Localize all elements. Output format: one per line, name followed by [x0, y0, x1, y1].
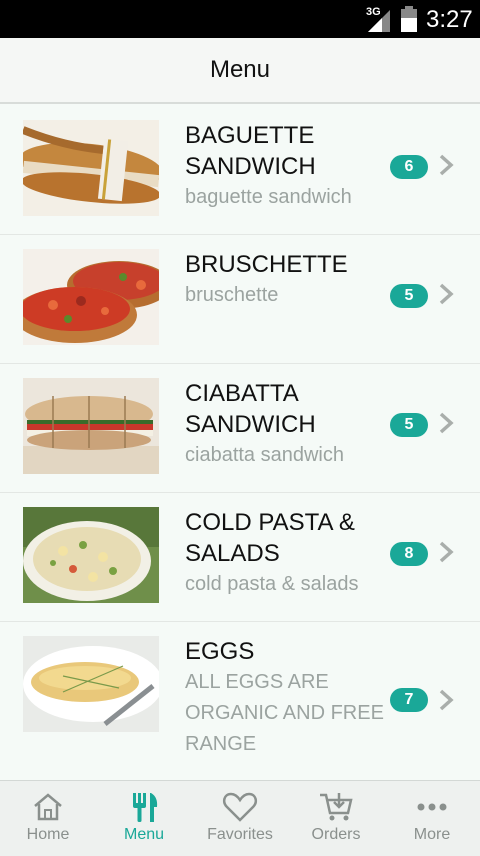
chevron-right-icon	[439, 541, 454, 563]
tab-more[interactable]: More	[384, 781, 480, 856]
chevron-right-icon	[439, 689, 454, 711]
cold-pasta-salad-photo	[23, 507, 159, 603]
status-clock: 3:27	[426, 6, 473, 33]
status-bar: 3G 3:27	[0, 0, 480, 38]
tab-orders[interactable]: Orders	[288, 781, 384, 856]
item-count-badge: 8	[390, 542, 428, 566]
menu-item-subtitle: bruschette	[185, 284, 279, 306]
bruschette-photo	[23, 249, 159, 345]
tab-label: Favorites	[207, 826, 273, 843]
app-header: Menu	[0, 38, 480, 104]
tab-label: Home	[26, 826, 70, 843]
ciabatta-sandwich-photo	[23, 378, 159, 474]
tab-home[interactable]: Home	[0, 781, 96, 856]
chevron-right-icon	[439, 154, 454, 176]
menu-item-subtitle: cold pasta & salads	[185, 573, 359, 595]
menu-item-baguette-sandwich[interactable]: BAGUETTE SANDWICH baguette sandwich 6	[0, 106, 480, 235]
home-icon	[34, 793, 62, 821]
item-count-badge: 6	[390, 155, 428, 179]
fork-knife-icon	[133, 793, 158, 822]
menu-item-bruschette[interactable]: BRUSCHETTE bruschette 5	[0, 235, 480, 364]
menu-item-title: CIABATTA SANDWICH	[185, 380, 316, 438]
tab-menu[interactable]: Menu	[96, 781, 192, 856]
menu-item-title: BRUSCHETTE	[185, 251, 348, 278]
item-count-badge: 5	[390, 284, 428, 308]
battery-icon	[401, 6, 417, 32]
menu-item-ciabatta-sandwich[interactable]: CIABATTA SANDWICH ciabatta sandwich 5	[0, 364, 480, 493]
menu-item-title: BAGUETTE SANDWICH	[185, 122, 316, 180]
chevron-right-icon	[439, 283, 454, 305]
chevron-right-icon	[439, 412, 454, 434]
item-count-badge: 7	[390, 688, 428, 712]
tab-favorites[interactable]: Favorites	[192, 781, 288, 856]
menu-item-subtitle: ciabatta sandwich	[185, 444, 344, 466]
menu-item-title: COLD PASTA & SALADS	[185, 509, 355, 567]
menu-item-cold-pasta-salads[interactable]: COLD PASTA & SALADS cold pasta & salads …	[0, 493, 480, 622]
tab-label: Menu	[123, 826, 165, 843]
item-count-badge: 5	[390, 413, 428, 437]
signal-icon	[368, 10, 390, 32]
menu-item-subtitle: baguette sandwich	[185, 186, 352, 208]
cart-icon	[320, 793, 353, 821]
tab-label: More	[413, 826, 451, 843]
more-dots-icon	[417, 803, 447, 811]
heart-icon	[222, 792, 258, 822]
eggs-omelette-photo	[23, 636, 159, 732]
baguette-sandwich-photo	[23, 120, 159, 216]
menu-item-subtitle: ALL EGGS ARE ORGANIC AND FREE RANGE	[185, 671, 384, 755]
menu-list[interactable]: BAGUETTE SANDWICH baguette sandwich 6 BR…	[0, 106, 480, 780]
tab-label: Orders	[311, 826, 361, 843]
menu-item-title: EGGS	[185, 638, 255, 665]
bottom-tab-bar: Home Menu Favorites Orders More	[0, 780, 480, 856]
menu-item-eggs[interactable]: EGGS ALL EGGS ARE ORGANIC AND FREE RANGE…	[0, 622, 480, 780]
page-title: Menu	[209, 56, 271, 83]
